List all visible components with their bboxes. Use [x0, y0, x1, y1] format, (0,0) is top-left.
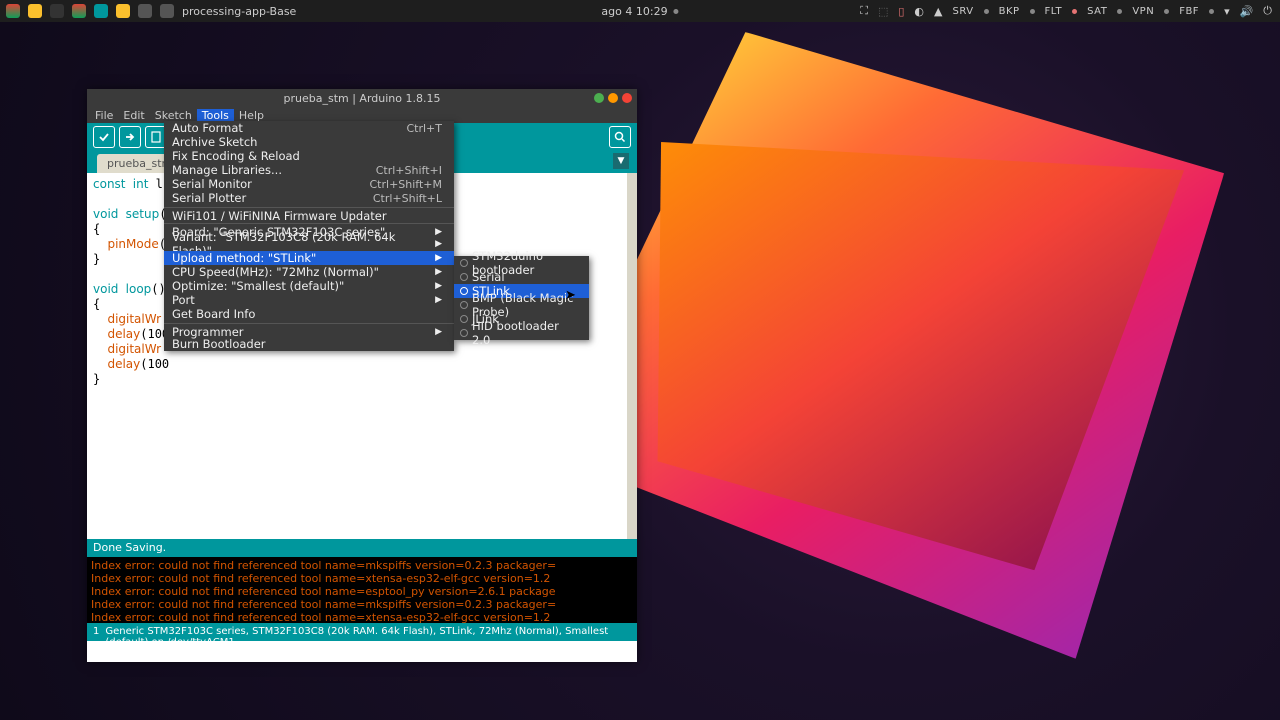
app-icon[interactable] [50, 4, 64, 18]
tools-menu-item[interactable]: Port▶ [164, 293, 454, 307]
tools-menu-item[interactable]: Variant: "STM32F103C8 (20k RAM. 64k Flas… [164, 237, 454, 251]
window-titlebar[interactable]: prueba_stm | Arduino 1.8.15 [87, 89, 637, 107]
arduino-icon[interactable] [94, 4, 108, 18]
console-line: Index error: could not find referenced t… [91, 585, 633, 598]
verify-button[interactable] [93, 126, 115, 148]
menu-file[interactable]: File [90, 109, 118, 122]
upload-method-option[interactable]: BMP (Black Magic Probe) [454, 298, 589, 312]
footer-bar: 1 Generic STM32F103C series, STM32F103C8… [87, 623, 637, 641]
close-button[interactable] [622, 93, 632, 103]
volume-icon[interactable]: 🔊 [1240, 5, 1254, 18]
menu-help[interactable]: Help [234, 109, 269, 122]
active-task[interactable]: processing-app-Base [182, 5, 296, 18]
tools-menu-item[interactable]: WiFi101 / WiFiNINA Firmware Updater [164, 207, 454, 221]
clock[interactable]: ago 4 10:29 [601, 5, 667, 18]
indicator[interactable]: FBF [1179, 6, 1199, 17]
tools-menu-item[interactable]: Serial PlotterCtrl+Shift+L [164, 191, 454, 205]
tray-icon[interactable]: ⬚ [878, 5, 888, 18]
indicator[interactable]: VPN [1132, 6, 1154, 17]
app-icon[interactable] [72, 4, 86, 18]
menu-edit[interactable]: Edit [118, 109, 149, 122]
maximize-button[interactable] [608, 93, 618, 103]
editor-scrollbar[interactable] [627, 173, 637, 539]
minimize-button[interactable] [594, 93, 604, 103]
tools-menu-item[interactable]: Manage Libraries...Ctrl+Shift+I [164, 163, 454, 177]
board-info: Generic STM32F103C series, STM32F103C8 (… [105, 626, 631, 638]
tools-menu: Auto FormatCtrl+TArchive SketchFix Encod… [164, 121, 454, 351]
app-icon[interactable] [160, 4, 174, 18]
app-icon[interactable] [116, 4, 130, 18]
battery-icon[interactable]: ▯ [898, 5, 904, 18]
upload-method-option[interactable]: STM32duino bootloader [454, 256, 589, 270]
tools-menu-item[interactable]: Serial MonitorCtrl+Shift+M [164, 177, 454, 191]
tools-menu-item[interactable]: Burn Bootloader [164, 337, 454, 351]
console-line: Index error: could not find referenced t… [91, 611, 633, 623]
console-line: Index error: could not find referenced t… [91, 559, 633, 572]
window-title: prueba_stm | Arduino 1.8.15 [284, 92, 441, 105]
chrome-icon[interactable] [6, 4, 20, 18]
tools-menu-item[interactable]: Auto FormatCtrl+T [164, 121, 454, 135]
indicator[interactable]: FLT [1045, 6, 1063, 17]
serial-monitor-button[interactable] [609, 126, 631, 148]
indicator[interactable]: BKP [999, 6, 1020, 17]
indicator[interactable]: SRV [953, 6, 974, 17]
upload-button[interactable] [119, 126, 141, 148]
line-number: 1 [93, 626, 99, 638]
tools-menu-item[interactable]: Optimize: "Smallest (default)"▶ [164, 279, 454, 293]
notification-dot [674, 9, 679, 14]
upload-method-submenu: STM32duino bootloaderSerialSTLinkBMP (Bl… [454, 256, 589, 340]
console-line: Index error: could not find referenced t… [91, 598, 633, 611]
tray-icon[interactable]: ◐ [914, 5, 924, 18]
app-icon[interactable] [28, 4, 42, 18]
status-bar: Done Saving. [87, 539, 637, 557]
tools-menu-item[interactable]: Archive Sketch [164, 135, 454, 149]
menu-tools[interactable]: Tools [197, 109, 234, 122]
tools-menu-item[interactable]: CPU Speed(MHz): "72Mhz (Normal)"▶ [164, 265, 454, 279]
power-icon[interactable]: ⏻ [1263, 4, 1272, 18]
wifi-icon[interactable]: ▾ [1224, 5, 1230, 18]
console-line: Index error: could not find referenced t… [91, 572, 633, 585]
upload-method-option[interactable]: HID bootloader 2.0 [454, 326, 589, 340]
output-console[interactable]: Index error: could not find referenced t… [87, 557, 637, 623]
app-icon[interactable] [138, 4, 152, 18]
tray-icon[interactable]: ⛶ [860, 4, 868, 18]
tab-menu-button[interactable]: ▼ [613, 153, 629, 169]
menu-sketch[interactable]: Sketch [150, 109, 197, 122]
tools-menu-item[interactable]: Get Board Info [164, 307, 454, 321]
tray-icon[interactable]: ▲ [934, 5, 942, 18]
gnome-top-bar: processing-app-Base ago 4 10:29 ⛶ ⬚ ▯ ◐ … [0, 0, 1280, 22]
tools-menu-item[interactable]: Fix Encoding & Reload [164, 149, 454, 163]
tools-menu-item[interactable]: Upload method: "STLink"▶ [164, 251, 454, 265]
indicator[interactable]: SAT [1087, 6, 1107, 17]
tools-menu-item[interactable]: Programmer▶ [164, 323, 454, 337]
